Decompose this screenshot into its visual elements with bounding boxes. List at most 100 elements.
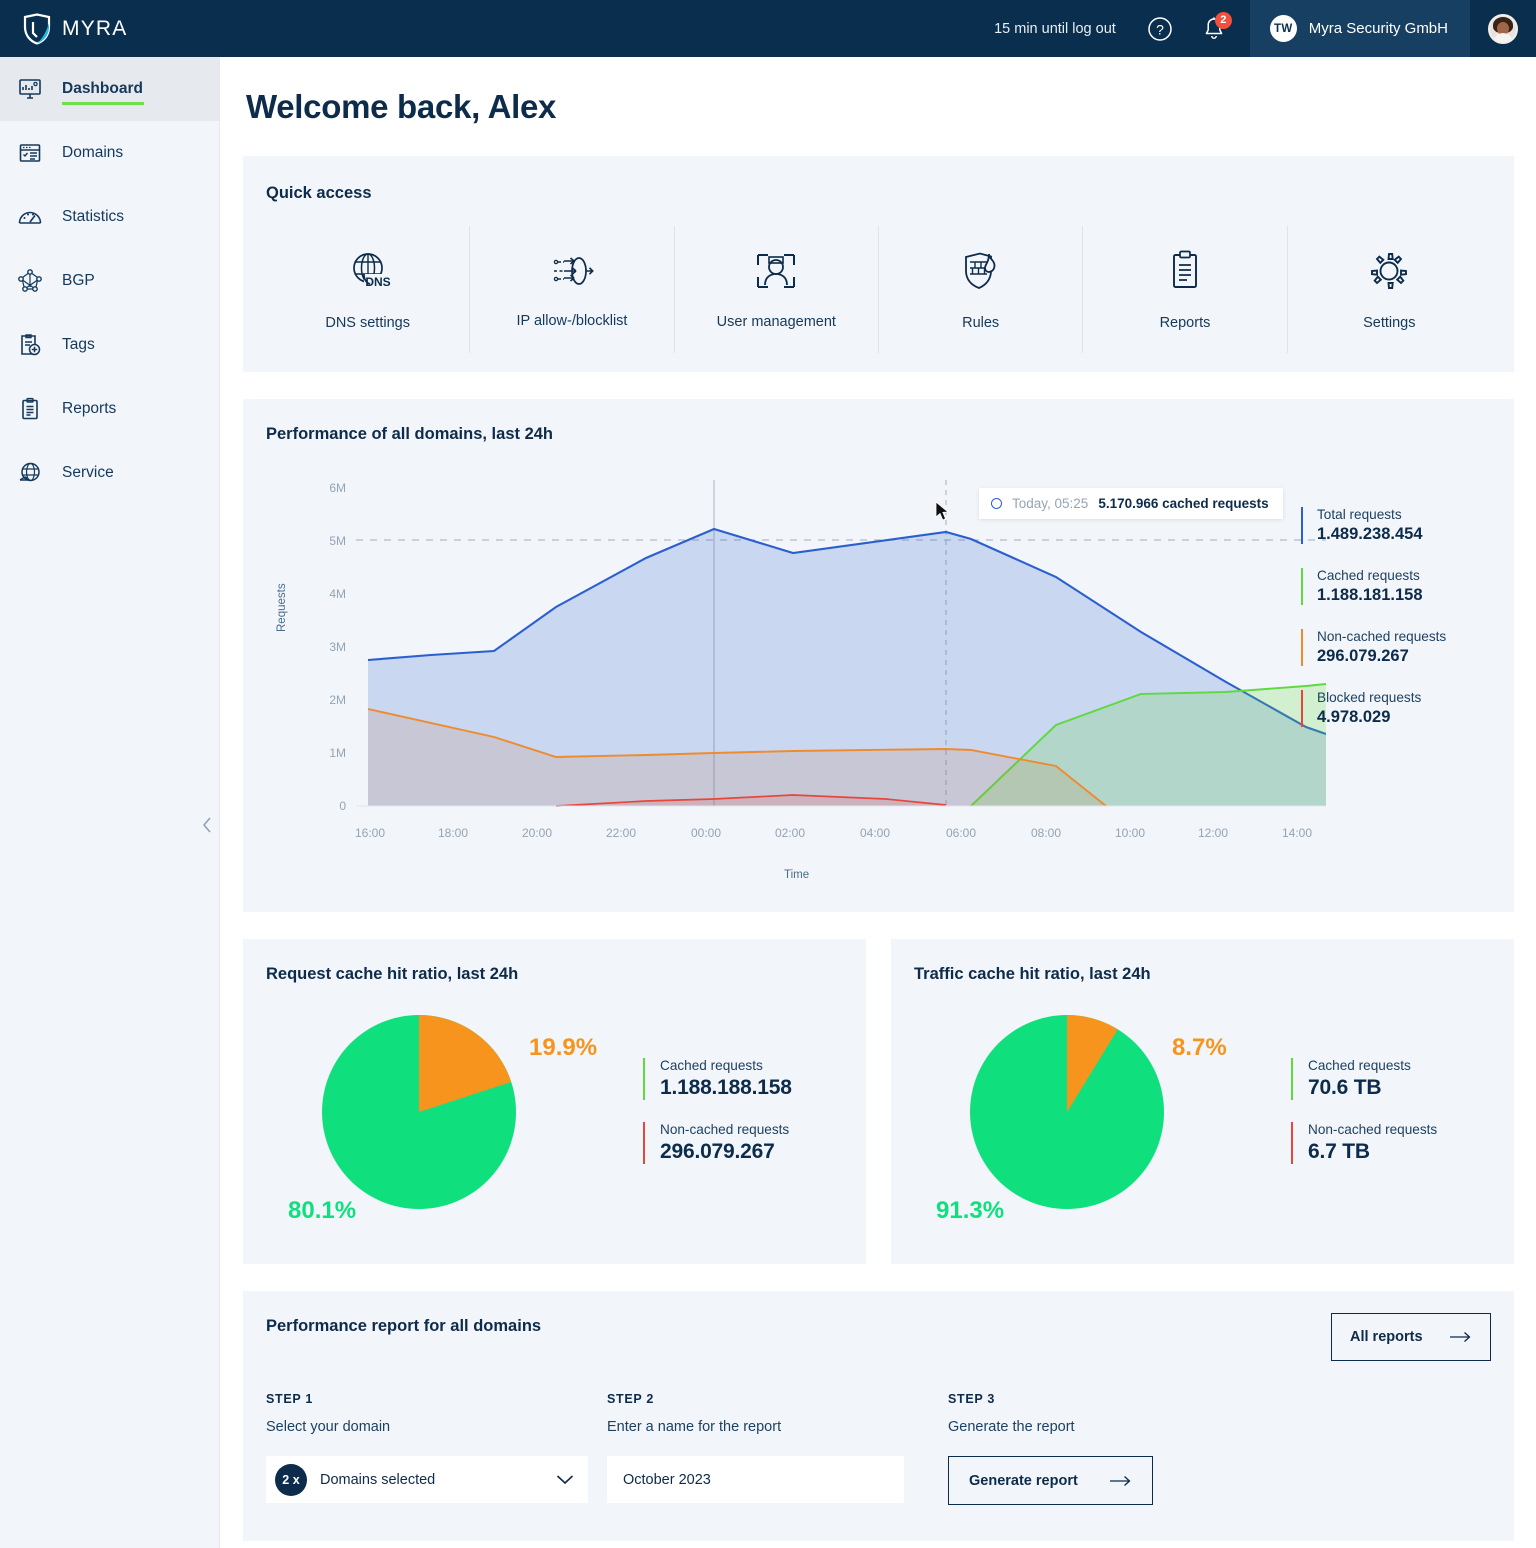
svg-text:6M: 6M bbox=[329, 481, 346, 495]
notifications-button[interactable]: 2 bbox=[1196, 11, 1232, 47]
request-ratio-title: Request cache hit ratio, last 24h bbox=[266, 965, 843, 984]
tag-plus-icon bbox=[16, 331, 44, 359]
main-content: Welcome back, Alex Quick access DNS DNS … bbox=[221, 57, 1536, 1548]
arrow-right-icon bbox=[1450, 1331, 1472, 1343]
gear-icon bbox=[1367, 249, 1411, 298]
generate-report-button[interactable]: Generate report bbox=[948, 1456, 1153, 1505]
traffic-cache-hit-ratio-card: Traffic cache hit ratio, last 24h 8.7% 9… bbox=[891, 939, 1514, 1264]
step-key: STEP 1 bbox=[266, 1392, 588, 1406]
browser-window-icon bbox=[16, 139, 44, 167]
svg-text:0: 0 bbox=[339, 799, 346, 813]
quick-action-label: Reports bbox=[1160, 315, 1211, 331]
sidebar-item-label: Domains bbox=[62, 144, 123, 162]
generate-report-label: Generate report bbox=[969, 1473, 1078, 1489]
chart-legend: Total requests 1.489.238.454 Cached requ… bbox=[1301, 507, 1491, 751]
step-description: Enter a name for the report bbox=[607, 1419, 929, 1435]
top-bar: MYRA 15 min until log out ? 2 TW Myra Se… bbox=[0, 0, 1536, 57]
legend-name: Non-cached requests bbox=[660, 1122, 792, 1137]
clipboard-icon bbox=[16, 395, 44, 423]
svg-text:18:00: 18:00 bbox=[438, 826, 468, 840]
svg-text:16:00: 16:00 bbox=[355, 826, 385, 840]
firewall-shield-icon bbox=[959, 249, 1003, 298]
user-management-icon bbox=[753, 250, 799, 297]
legend-item-non-cached-requests: Non-cached requests 296.079.267 bbox=[643, 1122, 792, 1164]
brand-text: MYRA bbox=[62, 17, 127, 41]
svg-text:?: ? bbox=[1156, 21, 1164, 37]
performance-report-title: Performance report for all domains bbox=[266, 1317, 1491, 1336]
legend-name: Non-cached requests bbox=[1317, 629, 1491, 644]
sidebar-item-label: BGP bbox=[62, 272, 95, 290]
network-nodes-icon bbox=[16, 267, 44, 295]
sidebar-item-service[interactable]: Service bbox=[0, 441, 219, 505]
sidebar-item-label: Statistics bbox=[62, 208, 124, 226]
selected-count-badge: 2 x bbox=[275, 1464, 307, 1496]
all-reports-button[interactable]: All reports bbox=[1331, 1313, 1491, 1361]
mouse-cursor-icon bbox=[935, 501, 951, 523]
legend-item-non-cached-requests: Non-cached requests 6.7 TB bbox=[1291, 1122, 1437, 1164]
sidebar-item-reports[interactable]: Reports bbox=[0, 377, 219, 441]
legend-item-cached-requests: Cached requests 1.188.188.158 bbox=[643, 1058, 792, 1100]
user-menu-button[interactable] bbox=[1470, 0, 1536, 57]
brand-logo[interactable]: MYRA bbox=[0, 13, 220, 45]
quick-action-user-management[interactable]: User management bbox=[675, 226, 879, 353]
quick-action-label: Rules bbox=[962, 315, 999, 331]
legend-value: 6.7 TB bbox=[1308, 1140, 1437, 1164]
sidebar-item-bgp[interactable]: BGP bbox=[0, 249, 219, 313]
legend-value: 296.079.267 bbox=[660, 1140, 792, 1164]
chevron-left-icon bbox=[200, 815, 214, 835]
quick-access-grid: DNS DNS settings IP allow-/blocklist Use… bbox=[266, 226, 1491, 353]
quick-action-label: DNS settings bbox=[325, 315, 410, 331]
quick-action-label: User management bbox=[717, 314, 836, 330]
report-step-1: STEP 1 Select your domain 2 x Domains se… bbox=[266, 1392, 588, 1505]
dashboard-app: MYRA 15 min until log out ? 2 TW Myra Se… bbox=[0, 0, 1536, 1548]
gauge-icon bbox=[16, 203, 44, 231]
sidebar-item-statistics[interactable]: Statistics bbox=[0, 185, 219, 249]
traffic-ratio-legend: Cached requests 70.6 TB Non-cached reque… bbox=[1291, 1058, 1437, 1186]
performance-report-card: Performance report for all domains All r… bbox=[243, 1291, 1514, 1541]
quick-action-settings[interactable]: Settings bbox=[1288, 226, 1491, 353]
legend-item-blocked-requests: Blocked requests 4.978.029 bbox=[1301, 690, 1491, 727]
page-title: Welcome back, Alex bbox=[221, 57, 1536, 126]
sidebar-item-label: Tags bbox=[62, 336, 95, 354]
avatar bbox=[1488, 14, 1518, 44]
report-step-2: STEP 2 Enter a name for the report bbox=[607, 1392, 929, 1505]
sidebar-item-label: Reports bbox=[62, 400, 116, 418]
request-ratio-noncached-percent: 19.9% bbox=[529, 1034, 597, 1062]
quick-action-dns-settings[interactable]: DNS DNS settings bbox=[266, 226, 470, 353]
legend-name: Cached requests bbox=[1308, 1058, 1437, 1073]
traffic-ratio-title: Traffic cache hit ratio, last 24h bbox=[914, 965, 1491, 984]
question-circle-icon: ? bbox=[1147, 16, 1173, 42]
quick-action-label: Settings bbox=[1363, 315, 1415, 331]
sidebar-item-dashboard[interactable]: Dashboard bbox=[0, 57, 219, 121]
sidebar-collapse-button[interactable] bbox=[196, 814, 218, 836]
quick-access-title: Quick access bbox=[266, 184, 1491, 203]
sidebar-item-tags[interactable]: Tags bbox=[0, 313, 219, 377]
step-description: Select your domain bbox=[266, 1419, 588, 1435]
svg-text:02:00: 02:00 bbox=[775, 826, 805, 840]
ratio-cards-row: Request cache hit ratio, last 24h 19.9% … bbox=[243, 939, 1514, 1264]
svg-text:4M: 4M bbox=[329, 587, 346, 601]
svg-text:14:00: 14:00 bbox=[1282, 826, 1312, 840]
svg-text:06:00: 06:00 bbox=[946, 826, 976, 840]
logout-timer-text: 15 min until log out bbox=[994, 21, 1116, 37]
domain-select[interactable]: 2 x Domains selected bbox=[266, 1456, 588, 1503]
legend-value: 1.188.188.158 bbox=[660, 1076, 792, 1100]
chart-tooltip: Today, 05:25 5.170.966 cached requests bbox=[979, 488, 1283, 519]
organization-initials: TW bbox=[1270, 15, 1297, 42]
quick-action-reports[interactable]: Reports bbox=[1083, 226, 1287, 353]
report-name-input[interactable] bbox=[607, 1456, 904, 1503]
all-reports-label: All reports bbox=[1350, 1329, 1423, 1345]
report-steps: STEP 1 Select your domain 2 x Domains se… bbox=[266, 1392, 1491, 1505]
legend-value: 1.188.181.158 bbox=[1317, 586, 1491, 605]
dashboard-monitor-icon bbox=[16, 75, 44, 103]
quick-action-ip-allow-blocklist[interactable]: IP allow-/blocklist bbox=[470, 226, 674, 353]
step-key: STEP 2 bbox=[607, 1392, 929, 1406]
organization-chip[interactable]: TW Myra Security GmbH bbox=[1250, 0, 1470, 57]
legend-item-cached-requests: Cached requests 1.188.181.158 bbox=[1301, 568, 1491, 605]
quick-action-rules[interactable]: Rules bbox=[879, 226, 1083, 353]
chevron-down-icon bbox=[556, 1474, 574, 1485]
legend-value: 70.6 TB bbox=[1308, 1076, 1437, 1100]
help-button[interactable]: ? bbox=[1142, 11, 1178, 47]
sidebar-item-domains[interactable]: Domains bbox=[0, 121, 219, 185]
legend-name: Blocked requests bbox=[1317, 690, 1491, 705]
